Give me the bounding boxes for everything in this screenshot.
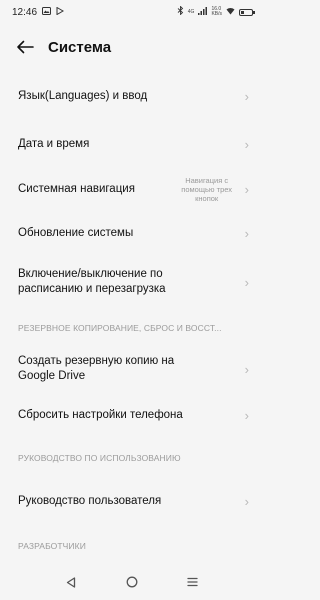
settings-list: Язык(Languages) и ввод › Дата и время › …	[0, 70, 263, 568]
setting-label: Руководство пользователя	[18, 494, 162, 507]
bluetooth-icon	[177, 5, 184, 18]
wifi-icon	[226, 7, 235, 18]
chevron-right-icon: ›	[244, 225, 249, 241]
app-bar: Система	[0, 28, 263, 66]
section-header-guide: РУКОВОДСТВО ПО ИСПОЛЬЗОВАНИЮ	[0, 438, 263, 478]
menu-recents-icon	[187, 577, 198, 587]
setting-reset-phone[interactable]: Сбросить настройки телефона ›	[0, 392, 263, 438]
setting-language[interactable]: Язык(Languages) и ввод ›	[0, 70, 263, 122]
triangle-back-icon	[66, 576, 75, 588]
status-bar: 12:46 4G 16.0 KB/s	[0, 0, 263, 24]
data-speed-unit: KB/s	[211, 11, 222, 17]
page-title: Система	[48, 38, 112, 56]
setting-google-drive-backup[interactable]: Создать резервную копию на Google Drive …	[0, 346, 263, 392]
data-speed: 16.0 KB/s	[211, 7, 222, 17]
setting-system-update[interactable]: Обновление системы ›	[0, 212, 263, 254]
image-notification-icon	[42, 6, 52, 18]
setting-navigation[interactable]: Системная навигация Навигация с помощью …	[0, 166, 263, 212]
signal-icon	[198, 6, 208, 18]
signal-type: 4G	[187, 8, 195, 15]
section-header-backup: РЕЗЕРВНОЕ КОПИРОВАНИЕ, СБРОС И ВОССТ...	[0, 310, 263, 346]
setting-label: Сбросить настройки телефона	[18, 408, 183, 421]
setting-label: Системная навигация	[18, 182, 135, 195]
navigation-bar	[0, 564, 263, 600]
chevron-right-icon: ›	[244, 274, 249, 290]
play-notification-icon	[56, 6, 65, 18]
setting-label: Включение/выключение по расписанию и пер…	[18, 268, 166, 295]
network-indicator: 4G	[187, 8, 195, 15]
chevron-right-icon: ›	[244, 136, 249, 152]
setting-label: Обновление системы	[18, 226, 134, 239]
setting-label: Язык(Languages) и ввод	[18, 89, 148, 102]
chevron-right-icon: ›	[244, 493, 249, 509]
setting-scheduled-power[interactable]: Включение/выключение по расписанию и пер…	[0, 254, 263, 310]
section-header-developers: РАЗРАБОТЧИКИ	[0, 524, 263, 568]
back-button[interactable]	[14, 36, 36, 58]
setting-datetime[interactable]: Дата и время ›	[0, 122, 263, 166]
circle-home-icon	[126, 576, 137, 588]
battery-icon	[239, 8, 255, 16]
chevron-right-icon: ›	[244, 407, 249, 423]
nav-home-button[interactable]	[120, 570, 144, 594]
clock: 12:46	[12, 6, 38, 18]
nav-back-button[interactable]	[59, 570, 83, 594]
chevron-right-icon: ›	[244, 88, 249, 104]
section-title: РАЗРАБОТЧИКИ	[18, 541, 86, 551]
setting-value: Навигация с помощью трех кнопок	[181, 175, 233, 203]
setting-user-manual[interactable]: Руководство пользователя ›	[0, 478, 263, 524]
chevron-right-icon: ›	[244, 181, 249, 197]
back-arrow-icon	[17, 40, 34, 54]
section-title: РУКОВОДСТВО ПО ИСПОЛЬЗОВАНИЮ	[18, 453, 181, 463]
setting-label: Дата и время	[18, 137, 90, 150]
nav-recents-button[interactable]	[181, 570, 205, 594]
setting-label: Создать резервную копию на Google Drive	[18, 355, 175, 382]
chevron-right-icon: ›	[244, 361, 249, 377]
section-title: РЕЗЕРВНОЕ КОПИРОВАНИЕ, СБРОС И ВОССТ...	[18, 323, 222, 333]
